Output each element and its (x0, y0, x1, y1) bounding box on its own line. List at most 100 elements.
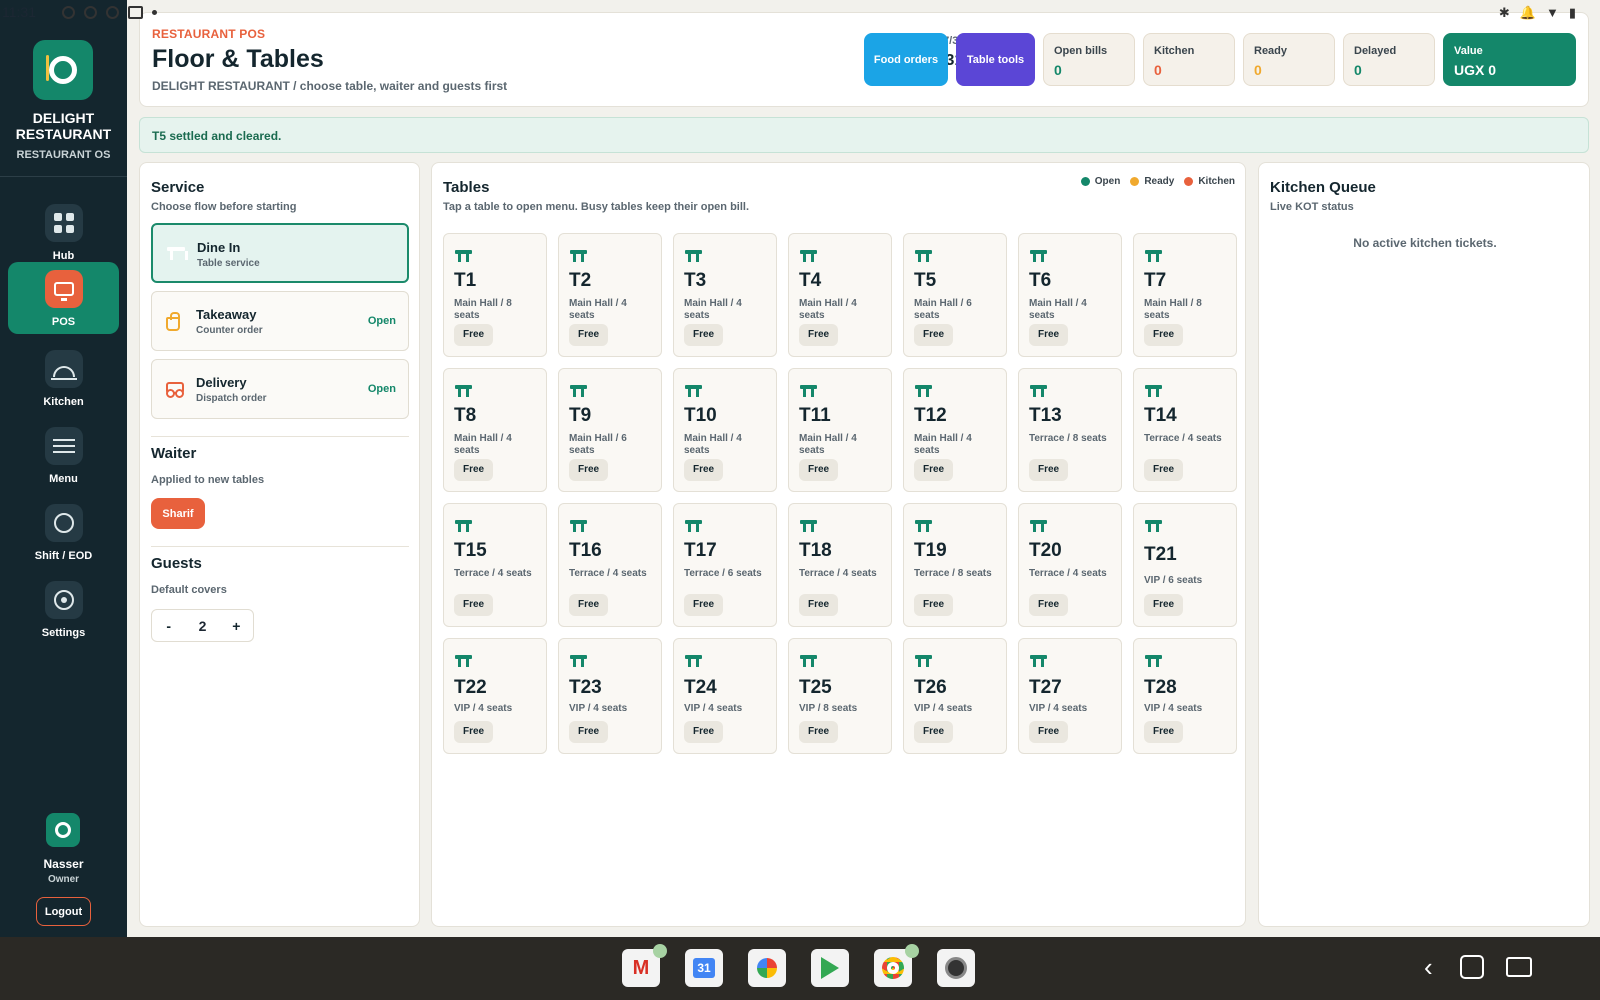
back-nav-icon[interactable]: ‹ (1424, 952, 1433, 982)
taskbar: M 31 ‹ (0, 937, 1600, 1000)
table-seats: VIP / 4 seats (454, 703, 513, 714)
camera-icon[interactable] (937, 949, 975, 987)
table-status-badge: Free (569, 459, 609, 481)
shift-icon (44, 504, 83, 542)
table-name: T1 (454, 270, 477, 291)
table-status-badge: Free (914, 459, 954, 481)
table-status-badge: Free (914, 594, 954, 616)
stat-label: Ready (1254, 45, 1288, 57)
table-status-badge: Free (454, 721, 494, 743)
logout-button[interactable]: Logout (36, 897, 91, 926)
table-card-t4[interactable]: T4 Main Hall / 4 seats Free (788, 233, 892, 357)
table-card-t23[interactable]: T23 VIP / 4 seats Free (558, 638, 662, 754)
table-seats: Main Hall / 4 seats (684, 433, 742, 456)
table-status-badge: Free (914, 721, 954, 743)
table-card-t21[interactable]: T21 VIP / 6 seats Free (1133, 503, 1237, 627)
table-card-t1[interactable]: T1 Main Hall / 8 seats Free (443, 233, 547, 357)
table-card-t25[interactable]: T25 VIP / 8 seats Free (788, 638, 892, 754)
table-card-t8[interactable]: T8 Main Hall / 4 seats Free (443, 368, 547, 492)
user-role: Owner (47, 874, 80, 885)
sidebar-item-hub[interactable]: Hub (8, 196, 119, 268)
service-option-dine-in[interactable]: Dine In Table service (151, 223, 409, 283)
table-icon (685, 520, 702, 532)
play-store-icon[interactable] (811, 949, 849, 987)
table-name: T12 (914, 405, 947, 426)
status-time: 11:31 (2, 4, 36, 20)
table-card-t18[interactable]: T18 Terrace / 4 seats Free (788, 503, 892, 627)
gmail-icon[interactable]: M (622, 944, 667, 987)
table-tools-button[interactable]: Table tools (956, 33, 1035, 86)
table-name: T8 (454, 405, 477, 426)
table-card-t22[interactable]: T22 VIP / 4 seats Free (443, 638, 547, 754)
table-card-t16[interactable]: T16 Terrace / 4 seats Free (558, 503, 662, 627)
table-seats: VIP / 4 seats (569, 703, 628, 714)
table-card-t5[interactable]: T5 Main Hall / 6 seats Free (903, 233, 1007, 357)
table-status-badge: Free (1029, 594, 1069, 616)
table-seats: VIP / 6 seats (1144, 575, 1203, 586)
table-card-t28[interactable]: T28 VIP / 4 seats Free (1133, 638, 1237, 754)
settings-icon (44, 581, 83, 619)
table-card-t17[interactable]: T17 Terrace / 6 seats Free (673, 503, 777, 627)
photos-icon[interactable] (748, 949, 786, 987)
legend-item-open: Open (1080, 176, 1120, 187)
table-icon (570, 655, 587, 667)
table-card-t12[interactable]: T12 Main Hall / 4 seats Free (903, 368, 1007, 492)
table-card-t11[interactable]: T11 Main Hall / 4 seats Free (788, 368, 892, 492)
table-icon (570, 250, 587, 262)
table-card-t24[interactable]: T24 VIP / 4 seats Free (673, 638, 777, 754)
sidebar-item-menu[interactable]: Menu (8, 419, 119, 491)
table-icon (915, 385, 932, 397)
table-name: T25 (799, 677, 832, 698)
service-option-takeaway[interactable]: Takeaway Counter order Open (151, 291, 409, 351)
home-nav-icon[interactable] (1460, 955, 1484, 979)
sidebar-item-pos[interactable]: POS (8, 262, 119, 334)
table-name: T28 (1144, 677, 1177, 698)
table-card-t6[interactable]: T6 Main Hall / 4 seats Free (1018, 233, 1122, 357)
table-card-t27[interactable]: T27 VIP / 4 seats Free (1018, 638, 1122, 754)
service-option-desc: Counter order (196, 325, 263, 336)
waiter-chip[interactable]: Sharif (151, 498, 205, 529)
table-card-t2[interactable]: T2 Main Hall / 4 seats Free (558, 233, 662, 357)
food-orders-button[interactable]: Food orders (864, 33, 948, 86)
table-icon (570, 385, 587, 397)
table-card-t19[interactable]: T19 Terrace / 8 seats Free (903, 503, 1007, 627)
stat-open-bills: Open bills 0 (1043, 33, 1135, 86)
tables-title: Tables (443, 179, 490, 196)
table-card-t13[interactable]: T13 Terrace / 8 seats Free (1018, 368, 1122, 492)
increase-guests-button[interactable]: + (220, 610, 253, 641)
chrome-icon[interactable] (874, 944, 919, 987)
table-card-t20[interactable]: T20 Terrace / 4 seats Free (1018, 503, 1122, 627)
table-card-t7[interactable]: T7 Main Hall / 8 seats Free (1133, 233, 1237, 357)
sidebar-item-shift-eod[interactable]: Shift / EOD (8, 496, 119, 568)
sidebar-item-kitchen[interactable]: Kitchen (8, 342, 119, 414)
table-card-t10[interactable]: T10 Main Hall / 4 seats Free (673, 368, 777, 492)
decrease-guests-button[interactable]: - (152, 610, 185, 641)
table-status-badge: Free (1029, 324, 1069, 346)
table-status-badge: Free (569, 324, 609, 346)
mute-icon: 🔔 (1519, 5, 1536, 20)
table-card-t14[interactable]: T14 Terrace / 4 seats Free (1133, 368, 1237, 492)
service-option-delivery[interactable]: Delivery Dispatch order Open (151, 359, 409, 419)
recents-nav-icon[interactable] (1506, 957, 1532, 977)
calendar-icon[interactable]: 31 (685, 949, 723, 987)
table-card-t9[interactable]: T9 Main Hall / 6 seats Free (558, 368, 662, 492)
table-status-badge: Free (454, 324, 494, 346)
brand-subtitle: RESTAURANT OS (16, 149, 111, 161)
stat-value: UGX 0 (1454, 62, 1497, 78)
table-name: T7 (1144, 270, 1167, 291)
table-card-t15[interactable]: T15 Terrace / 4 seats Free (443, 503, 547, 627)
table-icon (455, 520, 472, 532)
table-icon (1145, 250, 1162, 262)
legend-item-ready: Ready (1130, 176, 1174, 187)
waiter-title: Waiter (151, 445, 197, 462)
gmail-notification-icon (128, 6, 143, 19)
table-card-t26[interactable]: T26 VIP / 4 seats Free (903, 638, 1007, 754)
sidebar-item-settings[interactable]: Settings (8, 573, 119, 645)
table-card-t3[interactable]: T3 Main Hall / 4 seats Free (673, 233, 777, 357)
guests-title: Guests (151, 555, 202, 572)
table-seats: Terrace / 4 seats (569, 568, 647, 579)
table-name: T11 (799, 405, 831, 426)
table-seats: Main Hall / 4 seats (799, 433, 857, 456)
table-status-badge: Free (1029, 721, 1069, 743)
table-seats: Main Hall / 4 seats (799, 298, 857, 321)
